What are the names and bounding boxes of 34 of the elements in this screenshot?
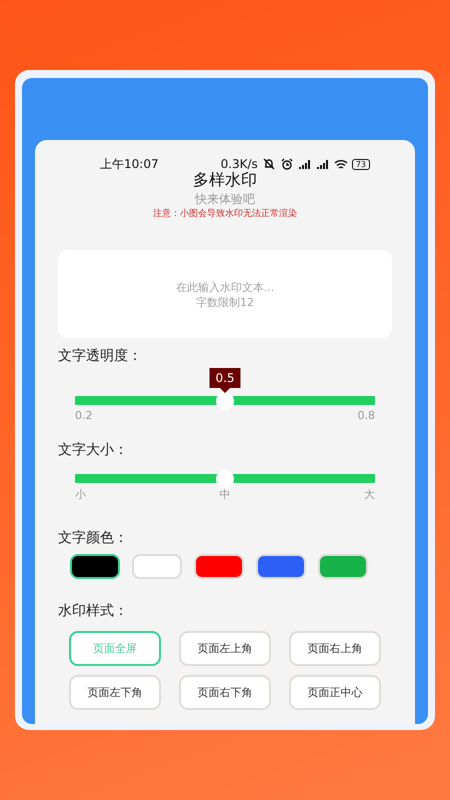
app-subtitle: 快来体验吧 bbox=[195, 191, 255, 208]
slider-label: 文字大小： bbox=[58, 441, 129, 460]
alarm-icon bbox=[280, 158, 294, 170]
style-option-button[interactable]: 页面左上角 bbox=[179, 631, 271, 666]
wifi-icon bbox=[334, 158, 348, 170]
slider-thumb[interactable] bbox=[216, 470, 234, 488]
muted-bell-icon bbox=[262, 158, 276, 170]
color-swatch[interactable] bbox=[318, 554, 368, 579]
watermark-text-field[interactable]: 在此输入水印文本... 字数限制12 bbox=[58, 250, 392, 338]
signal-icon bbox=[298, 158, 312, 170]
section-label: 文字颜色： bbox=[58, 529, 129, 548]
slider-label: 文字透明度： bbox=[58, 347, 143, 366]
style-option-button[interactable]: 页面右下角 bbox=[179, 675, 271, 710]
slider-tick-label: 0.8 bbox=[358, 409, 375, 422]
battery-indicator: 73 bbox=[352, 158, 370, 170]
slider-tick-label: 小 bbox=[75, 487, 86, 502]
style-option-button[interactable]: 页面正中心 bbox=[289, 675, 381, 710]
app-title: 多样水印 bbox=[193, 170, 257, 190]
slider-tick-label: 中 bbox=[220, 487, 230, 502]
color-swatch[interactable] bbox=[70, 554, 120, 579]
style-option-button[interactable]: 页面左下角 bbox=[69, 675, 161, 710]
slider-tick-label: 大 bbox=[364, 487, 375, 502]
color-swatch[interactable] bbox=[132, 554, 182, 579]
signal-icon bbox=[316, 158, 330, 170]
section-label: 水印样式： bbox=[58, 602, 129, 621]
status-time: 上午10:07 bbox=[100, 156, 159, 172]
network-speed: 0.3K/s bbox=[220, 157, 258, 171]
color-swatch[interactable] bbox=[256, 554, 306, 579]
slider-thumb[interactable] bbox=[216, 392, 234, 410]
value-tooltip: 0.5 bbox=[209, 368, 241, 393]
style-option-button[interactable]: 页面右上角 bbox=[289, 631, 381, 666]
slider-tick-label: 0.2 bbox=[75, 409, 92, 422]
color-swatch[interactable] bbox=[194, 554, 244, 579]
warning-notice: 注意：小图会导致水印无法正常渲染 bbox=[153, 208, 297, 220]
